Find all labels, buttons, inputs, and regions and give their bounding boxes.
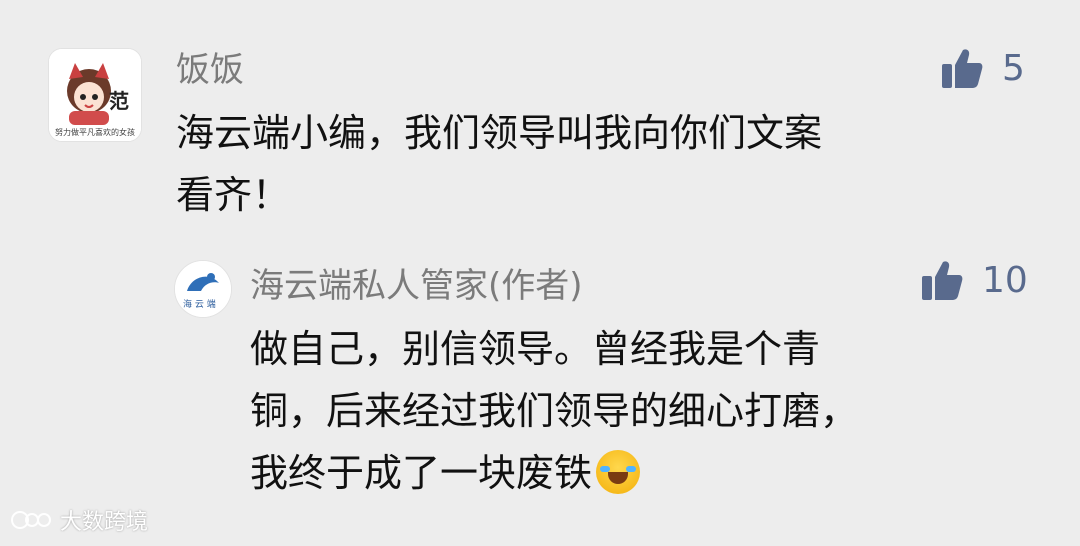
reply-avatar[interactable]: 海 云 端 <box>174 260 232 318</box>
thumbs-up-icon <box>942 49 983 88</box>
comment-author[interactable]: 饭饭 <box>176 50 244 90</box>
reply-text-line: 做自己，别信领导。曾经我是个青 <box>250 327 821 371</box>
comment-text-line: 看齐！ <box>176 173 291 217</box>
avatar-text: 范 <box>109 89 129 113</box>
avatar-caption: 努力做平凡喜欢的女孩 <box>55 128 135 137</box>
comment-like-button[interactable]: 5 <box>940 46 1025 90</box>
reply-like-button[interactable]: 10 <box>920 258 1028 302</box>
watermark-logo-icon <box>11 511 51 529</box>
reply-text: 做自己，别信领导。曾经我是个青 铜，后来经过我们领导的细心打磨， 我终于成了一块… <box>250 318 1040 504</box>
reply-author[interactable]: 海云端私人管家(作者) <box>250 266 583 306</box>
reply-like-count: 10 <box>982 259 1028 301</box>
thumbs-up-icon <box>922 261 963 300</box>
comment-text: 海云端小编，我们领导叫我向你们文案 看齐！ <box>176 102 1036 226</box>
comment-text-line: 海云端小编，我们领导叫我向你们文案 <box>176 111 823 155</box>
reply-avatar-caption: 海 云 端 <box>183 300 216 310</box>
laughing-crying-emoji-icon <box>596 450 641 494</box>
watermark-text: 大数跨境 <box>60 510 149 535</box>
reply-text-line-last: 我终于成了一块废铁 <box>250 442 1040 504</box>
comment-like-count: 5 <box>1002 47 1025 89</box>
avatar[interactable]: 范 努力做平凡喜欢的女孩 <box>48 48 142 142</box>
watermark: 大数跨境 <box>10 504 148 536</box>
reply-text-line: 铜，后来经过我们领导的细心打磨， <box>250 389 859 433</box>
reply-text-line: 我终于成了一块废铁 <box>250 451 593 495</box>
